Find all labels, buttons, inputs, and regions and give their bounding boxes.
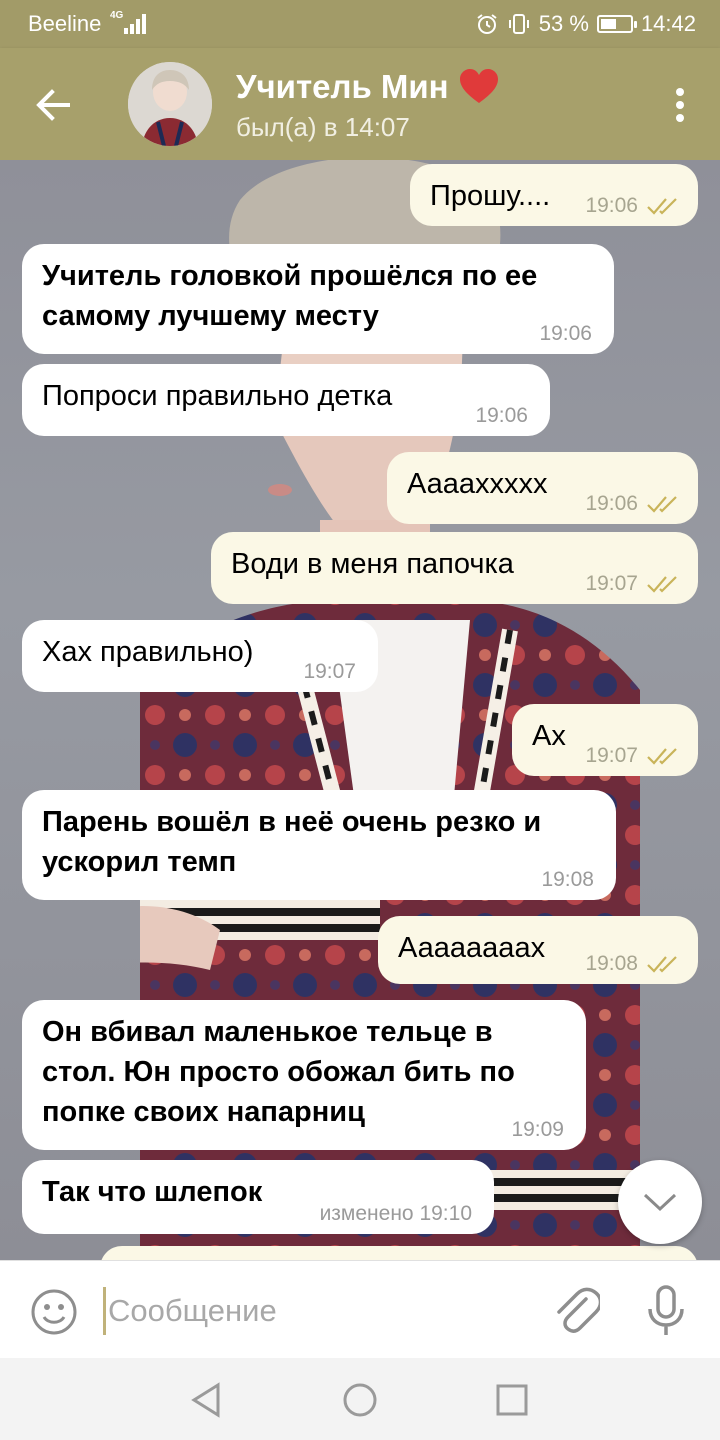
system-nav-bar: [0, 1358, 720, 1440]
message-time: 19:07: [585, 744, 638, 767]
message-text: Так что шлепок: [42, 1176, 263, 1208]
vibrate-icon: [508, 14, 529, 34]
message-bubble-in[interactable]: Учитель головкой прошёлся по ее самому л…: [22, 244, 614, 354]
avatar-image: [128, 62, 212, 146]
alarm-icon: [477, 14, 497, 34]
message-bubble-out[interactable]: Прошу.... 19:06: [410, 164, 698, 226]
message-time: изменено 19:10: [319, 1202, 472, 1225]
chevron-down-icon: [643, 1193, 677, 1212]
nav-home-icon[interactable]: [340, 1380, 380, 1420]
emoji-icon[interactable]: [30, 1288, 78, 1336]
message-text: Ах: [532, 720, 566, 752]
carrier-name: Beeline: [28, 11, 102, 36]
message-time: 19:06: [585, 492, 638, 515]
nav-back-icon[interactable]: [186, 1380, 226, 1420]
message-composer: [0, 1260, 720, 1358]
status-right: 53 % 14:42: [475, 11, 696, 37]
message-text: Парень вошёл в неё очень резко и ускорил…: [42, 806, 542, 878]
more-vertical-icon[interactable]: [674, 88, 686, 128]
read-ticks-icon: [647, 748, 677, 765]
read-ticks-icon: [647, 576, 677, 593]
scroll-down-icon[interactable]: [618, 1160, 702, 1244]
message-time: 19:09: [511, 1118, 564, 1141]
message-bubble-in[interactable]: Так что шлепок изменено 19:10: [22, 1160, 494, 1234]
message-bubble-in[interactable]: Хах правильно) 19:07: [22, 620, 378, 692]
message-bubble-partial[interactable]: [100, 1246, 698, 1260]
avatar[interactable]: [128, 62, 212, 146]
message-text: Прошу....: [430, 180, 551, 212]
message-bubble-out[interactable]: Аааахxxxx 19:06: [387, 452, 698, 524]
message-text: Аааахxxxx: [407, 468, 548, 500]
message-input[interactable]: [108, 1283, 528, 1339]
message-time: 19:07: [585, 572, 638, 595]
message-text: Аааааааах: [398, 932, 546, 964]
network-type: 4G: [110, 10, 124, 21]
message-bubble-in[interactable]: Попроси правильно детка 19:06: [22, 364, 550, 436]
message-time: 19:08: [541, 868, 594, 891]
attach-icon[interactable]: [552, 1285, 600, 1337]
message-time: 19:07: [303, 660, 356, 683]
status-bar: Beeline 4G 53 % 14:42: [0, 0, 720, 48]
heart-icon: [459, 69, 498, 103]
message-text: Попроси правильно детка: [42, 380, 393, 412]
read-ticks-icon: [647, 198, 677, 215]
message-time: 19:06: [539, 322, 592, 345]
mic-icon[interactable]: [646, 1285, 686, 1337]
contact-name-text: Учитель Мин: [236, 68, 449, 105]
message-text: Хах правильно): [42, 636, 254, 668]
chat-header: Учитель Мин был(а) в 14:07: [0, 48, 720, 160]
clock: 14:42: [640, 11, 696, 36]
message-time: 19:08: [585, 952, 638, 975]
chat-area[interactable]: Прошу.... 19:06 Учитель головкой прошёлся …: [0, 160, 720, 1260]
message-bubble-out[interactable]: Води в меня папочка 19:07: [211, 532, 698, 604]
message-time: 19:06: [585, 194, 638, 217]
battery-percent: 53 %: [538, 11, 589, 36]
arrow-left-icon[interactable]: [28, 80, 78, 130]
contact-name[interactable]: Учитель Мин: [236, 68, 499, 106]
last-seen: был(а) в 14:07: [236, 112, 410, 142]
read-ticks-icon: [647, 956, 677, 973]
message-bubble-out[interactable]: Ах 19:07: [512, 704, 698, 776]
read-ticks-icon: [647, 496, 677, 513]
message-text: Учитель головкой прошёлся по ее самому л…: [42, 260, 538, 332]
message-time: 19:06: [475, 404, 528, 427]
message-text: Води в меня папочка: [231, 548, 514, 580]
signal-icon: [124, 14, 146, 34]
message-bubble-out[interactable]: Аааааааах 19:08: [378, 916, 698, 984]
nav-recents-icon[interactable]: [492, 1380, 532, 1420]
message-text: Он вбивал маленькое тельце в стол. Юн пр…: [42, 1016, 515, 1128]
battery-icon: [596, 15, 637, 33]
message-bubble-in[interactable]: Он вбивал маленькое тельце в стол. Юн пр…: [22, 1000, 586, 1150]
text-cursor: [103, 1287, 106, 1335]
message-bubble-in[interactable]: Парень вошёл в неё очень резко и ускорил…: [22, 790, 616, 900]
